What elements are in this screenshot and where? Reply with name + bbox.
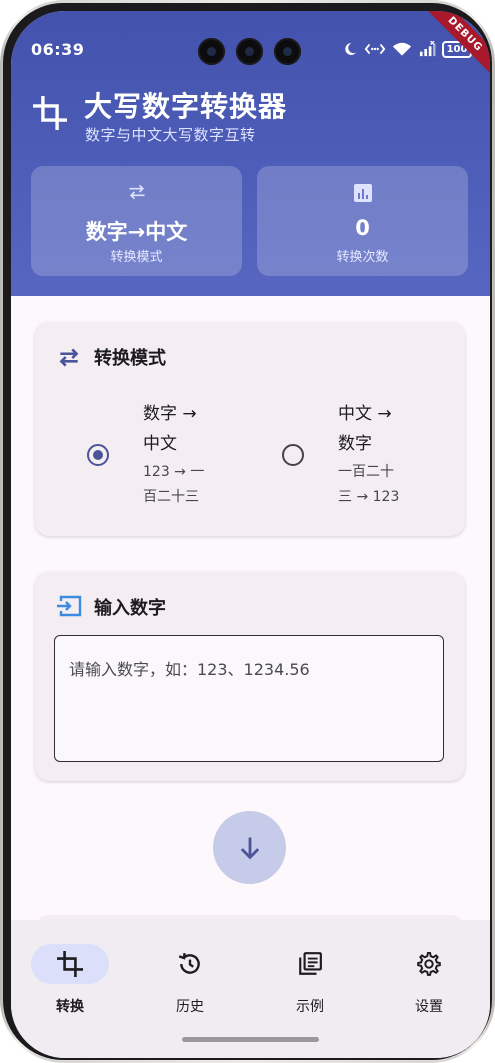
nav-label-settings: 设置 (415, 999, 443, 1015)
stat-card-mode: 数字→中文 转换模式 (31, 166, 242, 276)
stat-count-value: 0 (355, 216, 370, 240)
input-icon (57, 595, 82, 617)
swap-arrows-icon (59, 348, 79, 367)
crop-icon (33, 96, 67, 130)
input-card-title: 输入数字 (94, 598, 166, 619)
camera-lens-icon (236, 38, 263, 65)
stat-count-label: 转换次数 (336, 250, 389, 265)
nav-item-history[interactable]: 历史 (135, 936, 245, 1015)
status-bar: 06:39 100 (11, 11, 490, 65)
swap-arrows-icon (129, 184, 144, 200)
option-number-to-chinese-example: 123 → 一 百二十三 (143, 464, 205, 505)
crop-icon (57, 951, 83, 977)
input-card: 输入数字 (35, 572, 465, 781)
radio-number-to-chinese[interactable] (87, 444, 109, 466)
stat-card-count: 0 转换次数 (257, 166, 468, 276)
camera-lens-icon (274, 38, 301, 65)
app-header: 06:39 100 DEBUG 大写数字转换器 数字与中文大写数字互转 数字→中… (11, 11, 490, 296)
wifi-icon (392, 42, 412, 56)
arrow-down-icon (240, 837, 259, 859)
nav-item-examples[interactable]: 示例 (255, 936, 365, 1015)
stat-mode-value: 数字→中文 (85, 220, 188, 244)
nav-item-settings[interactable]: 设置 (374, 936, 484, 1015)
status-time: 06:39 (31, 40, 85, 59)
nav-label-convert: 转换 (56, 999, 84, 1015)
mode-card: 转换模式 数字 → 中文 123 → 一 百二十三 中文 → 数字 一百二十 三… (35, 322, 465, 536)
device-bezel: 06:39 100 DEBUG 大写数字转换器 数字与中文大写数字互转 数字→中… (3, 3, 492, 1060)
convert-button[interactable] (213, 811, 286, 884)
app-title: 大写数字转换器 (84, 90, 288, 123)
radio-chinese-to-number[interactable] (282, 444, 304, 466)
camera-lens-icon (198, 38, 225, 65)
nav-label-history: 历史 (176, 999, 204, 1015)
stat-mode-label: 转换模式 (110, 250, 163, 265)
history-icon (178, 953, 200, 974)
mode-card-title: 转换模式 (94, 348, 166, 369)
device-frame: 06:39 100 DEBUG 大写数字转换器 数字与中文大写数字互转 数字→中… (0, 0, 495, 1063)
status-icons: 100 (342, 39, 472, 59)
number-input[interactable] (55, 636, 443, 761)
home-indicator[interactable] (182, 1037, 319, 1042)
library-books-icon (299, 952, 322, 975)
nav-label-examples: 示例 (296, 999, 324, 1015)
bar-chart-icon (353, 184, 372, 202)
number-input-field[interactable] (54, 635, 444, 762)
option-number-to-chinese-title[interactable]: 数字 → 中文 (143, 399, 197, 459)
settings-gear-icon (417, 951, 441, 976)
moon-icon (345, 42, 356, 55)
nav-item-convert[interactable]: 转换 (15, 936, 125, 1015)
option-chinese-to-number-title[interactable]: 中文 → 数字 (338, 399, 392, 459)
app-screen: 06:39 100 DEBUG 大写数字转换器 数字与中文大写数字互转 数字→中… (11, 11, 490, 1058)
app-subtitle: 数字与中文大写数字互转 (85, 126, 256, 144)
option-chinese-to-number-example: 一百二十 三 → 123 (338, 464, 400, 505)
data-transfer-icon (364, 43, 386, 55)
no-signal-icon (419, 41, 436, 57)
